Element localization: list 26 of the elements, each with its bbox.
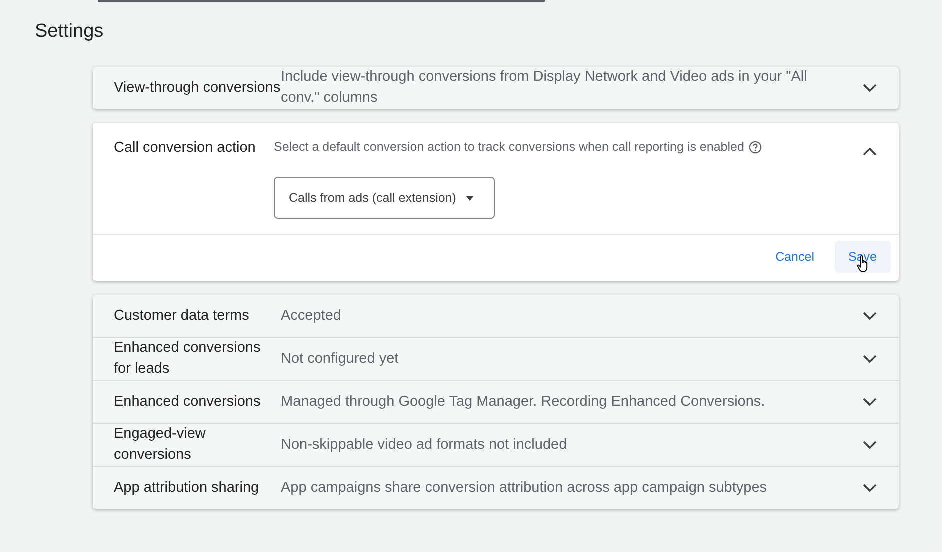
expand-icon[interactable] — [863, 354, 877, 364]
setting-label: App attribution sharing — [114, 478, 260, 498]
setting-value: Managed through Google Tag Manager. Recording Enhanced Conversions. — [281, 392, 766, 412]
setting-value: Include view-through conversions from Display Network and Video ads in your "All conv." columns — [281, 68, 808, 108]
action-button[interactable]: Cancel — [762, 241, 828, 273]
setting-value: Accepted — [281, 306, 342, 326]
setting-value: Non-skippable video ad formats not included — [281, 436, 568, 454]
setting-label: View-through conversions — [114, 78, 281, 98]
conversion-dropdown[interactable]: Calls from ads (call extension) — [274, 177, 495, 219]
expand-icon[interactable] — [863, 84, 877, 92]
setting-label: Customer data terms — [114, 306, 250, 326]
expand-icon[interactable] — [863, 440, 877, 450]
collapse-icon[interactable] — [863, 147, 877, 156]
setting-label: Engaged-view conversions — [114, 425, 207, 465]
setting-label: Enhanced conversions for leads — [114, 339, 262, 379]
expand-icon[interactable] — [863, 312, 877, 320]
setting-value: App campaigns share conversion attribution across app campaign subtypes — [281, 478, 768, 498]
setting-label: Enhanced conversions — [114, 392, 262, 412]
setting-label: Call conversion action — [114, 139, 257, 158]
setting-description: Select a default conversion action to track conversions when call reporting is enabled — [274, 139, 744, 156]
page-title: Settings — [35, 20, 105, 44]
setting-value: Not configured yet — [281, 350, 400, 368]
expand-icon[interactable] — [863, 484, 877, 492]
expand-icon[interactable] — [863, 398, 877, 406]
help-icon[interactable] — [749, 140, 762, 154]
dropdown-arrow-icon — [466, 196, 474, 200]
